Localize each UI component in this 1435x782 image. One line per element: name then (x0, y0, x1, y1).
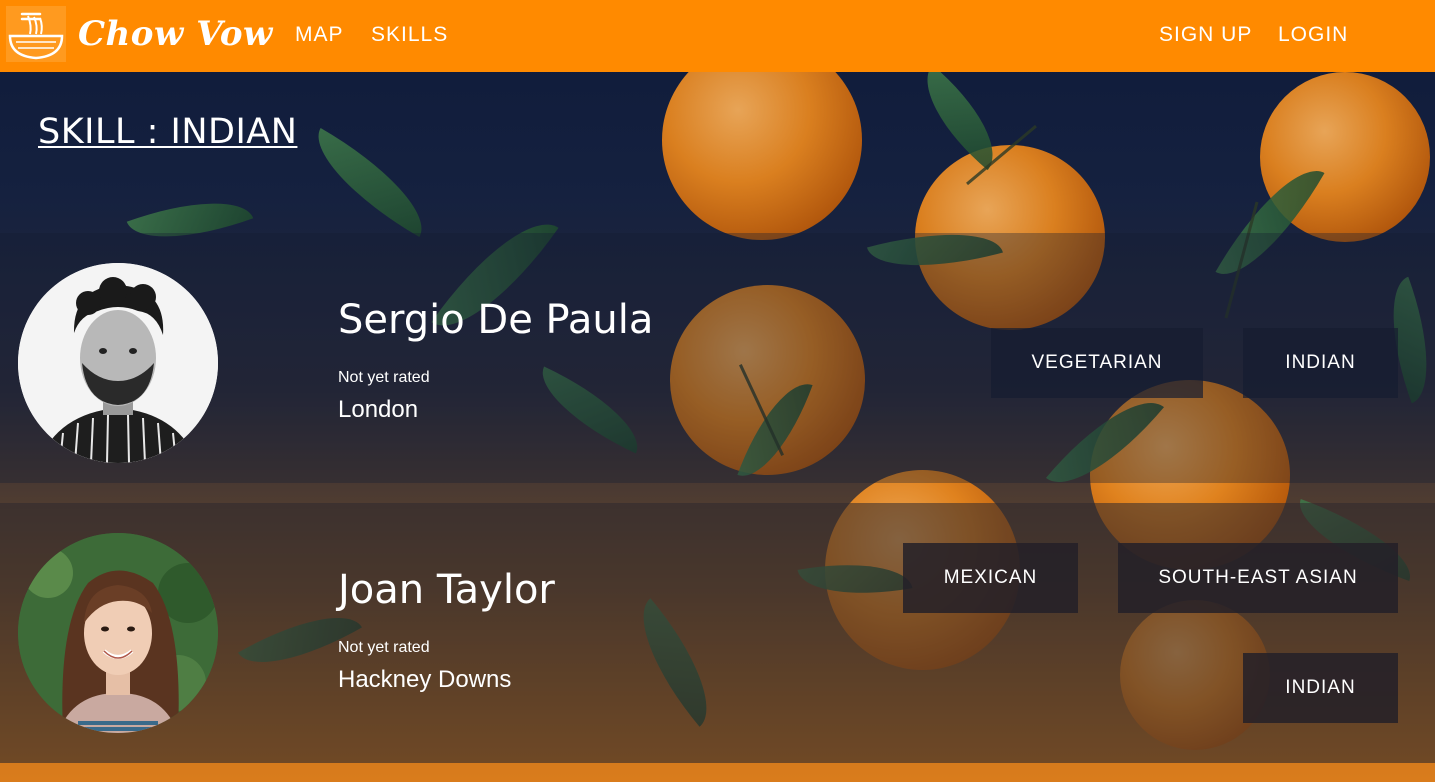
skill-tag-vegetarian[interactable]: VEGETARIAN (991, 328, 1203, 398)
skill-tag-mexican[interactable]: MEXICAN (903, 543, 1078, 613)
next-card-edge (0, 763, 1435, 782)
profile-rating: Not yet rated (338, 369, 430, 386)
profile-name[interactable]: Sergio De Paula (338, 295, 653, 345)
profile-card[interactable]: Joan Taylor Not yet rated Hackney Downs … (0, 503, 1435, 763)
skill-tag-indian[interactable]: INDIAN (1243, 653, 1398, 723)
avatar[interactable] (18, 533, 218, 733)
profile-card[interactable]: Sergio De Paula Not yet rated London VEG… (0, 233, 1435, 483)
noodle-bowl-icon (8, 12, 64, 60)
avatar[interactable] (18, 263, 218, 463)
logo[interactable] (6, 6, 66, 62)
profile-name[interactable]: Joan Taylor (338, 565, 555, 615)
person-avatar-icon (18, 533, 218, 733)
profile-location: London (338, 396, 419, 423)
navbar: Chow Vow MAP SKILLS SIGN UP LOGIN (0, 0, 1435, 72)
nav-map[interactable]: MAP (295, 22, 344, 48)
person-avatar-icon (18, 263, 218, 463)
brand-name[interactable]: Chow Vow (78, 12, 273, 56)
profile-rating: Not yet rated (338, 639, 430, 656)
profile-location: Hackney Downs (338, 666, 512, 693)
skill-tag-indian[interactable]: INDIAN (1243, 328, 1398, 398)
nav-login[interactable]: LOGIN (1278, 22, 1348, 48)
page-title: SKILL : INDIAN (38, 112, 298, 152)
nav-sign-up[interactable]: SIGN UP (1159, 22, 1252, 48)
nav-skills[interactable]: SKILLS (371, 22, 448, 48)
skill-tag-south-east-asian[interactable]: SOUTH-EAST ASIAN (1118, 543, 1398, 613)
